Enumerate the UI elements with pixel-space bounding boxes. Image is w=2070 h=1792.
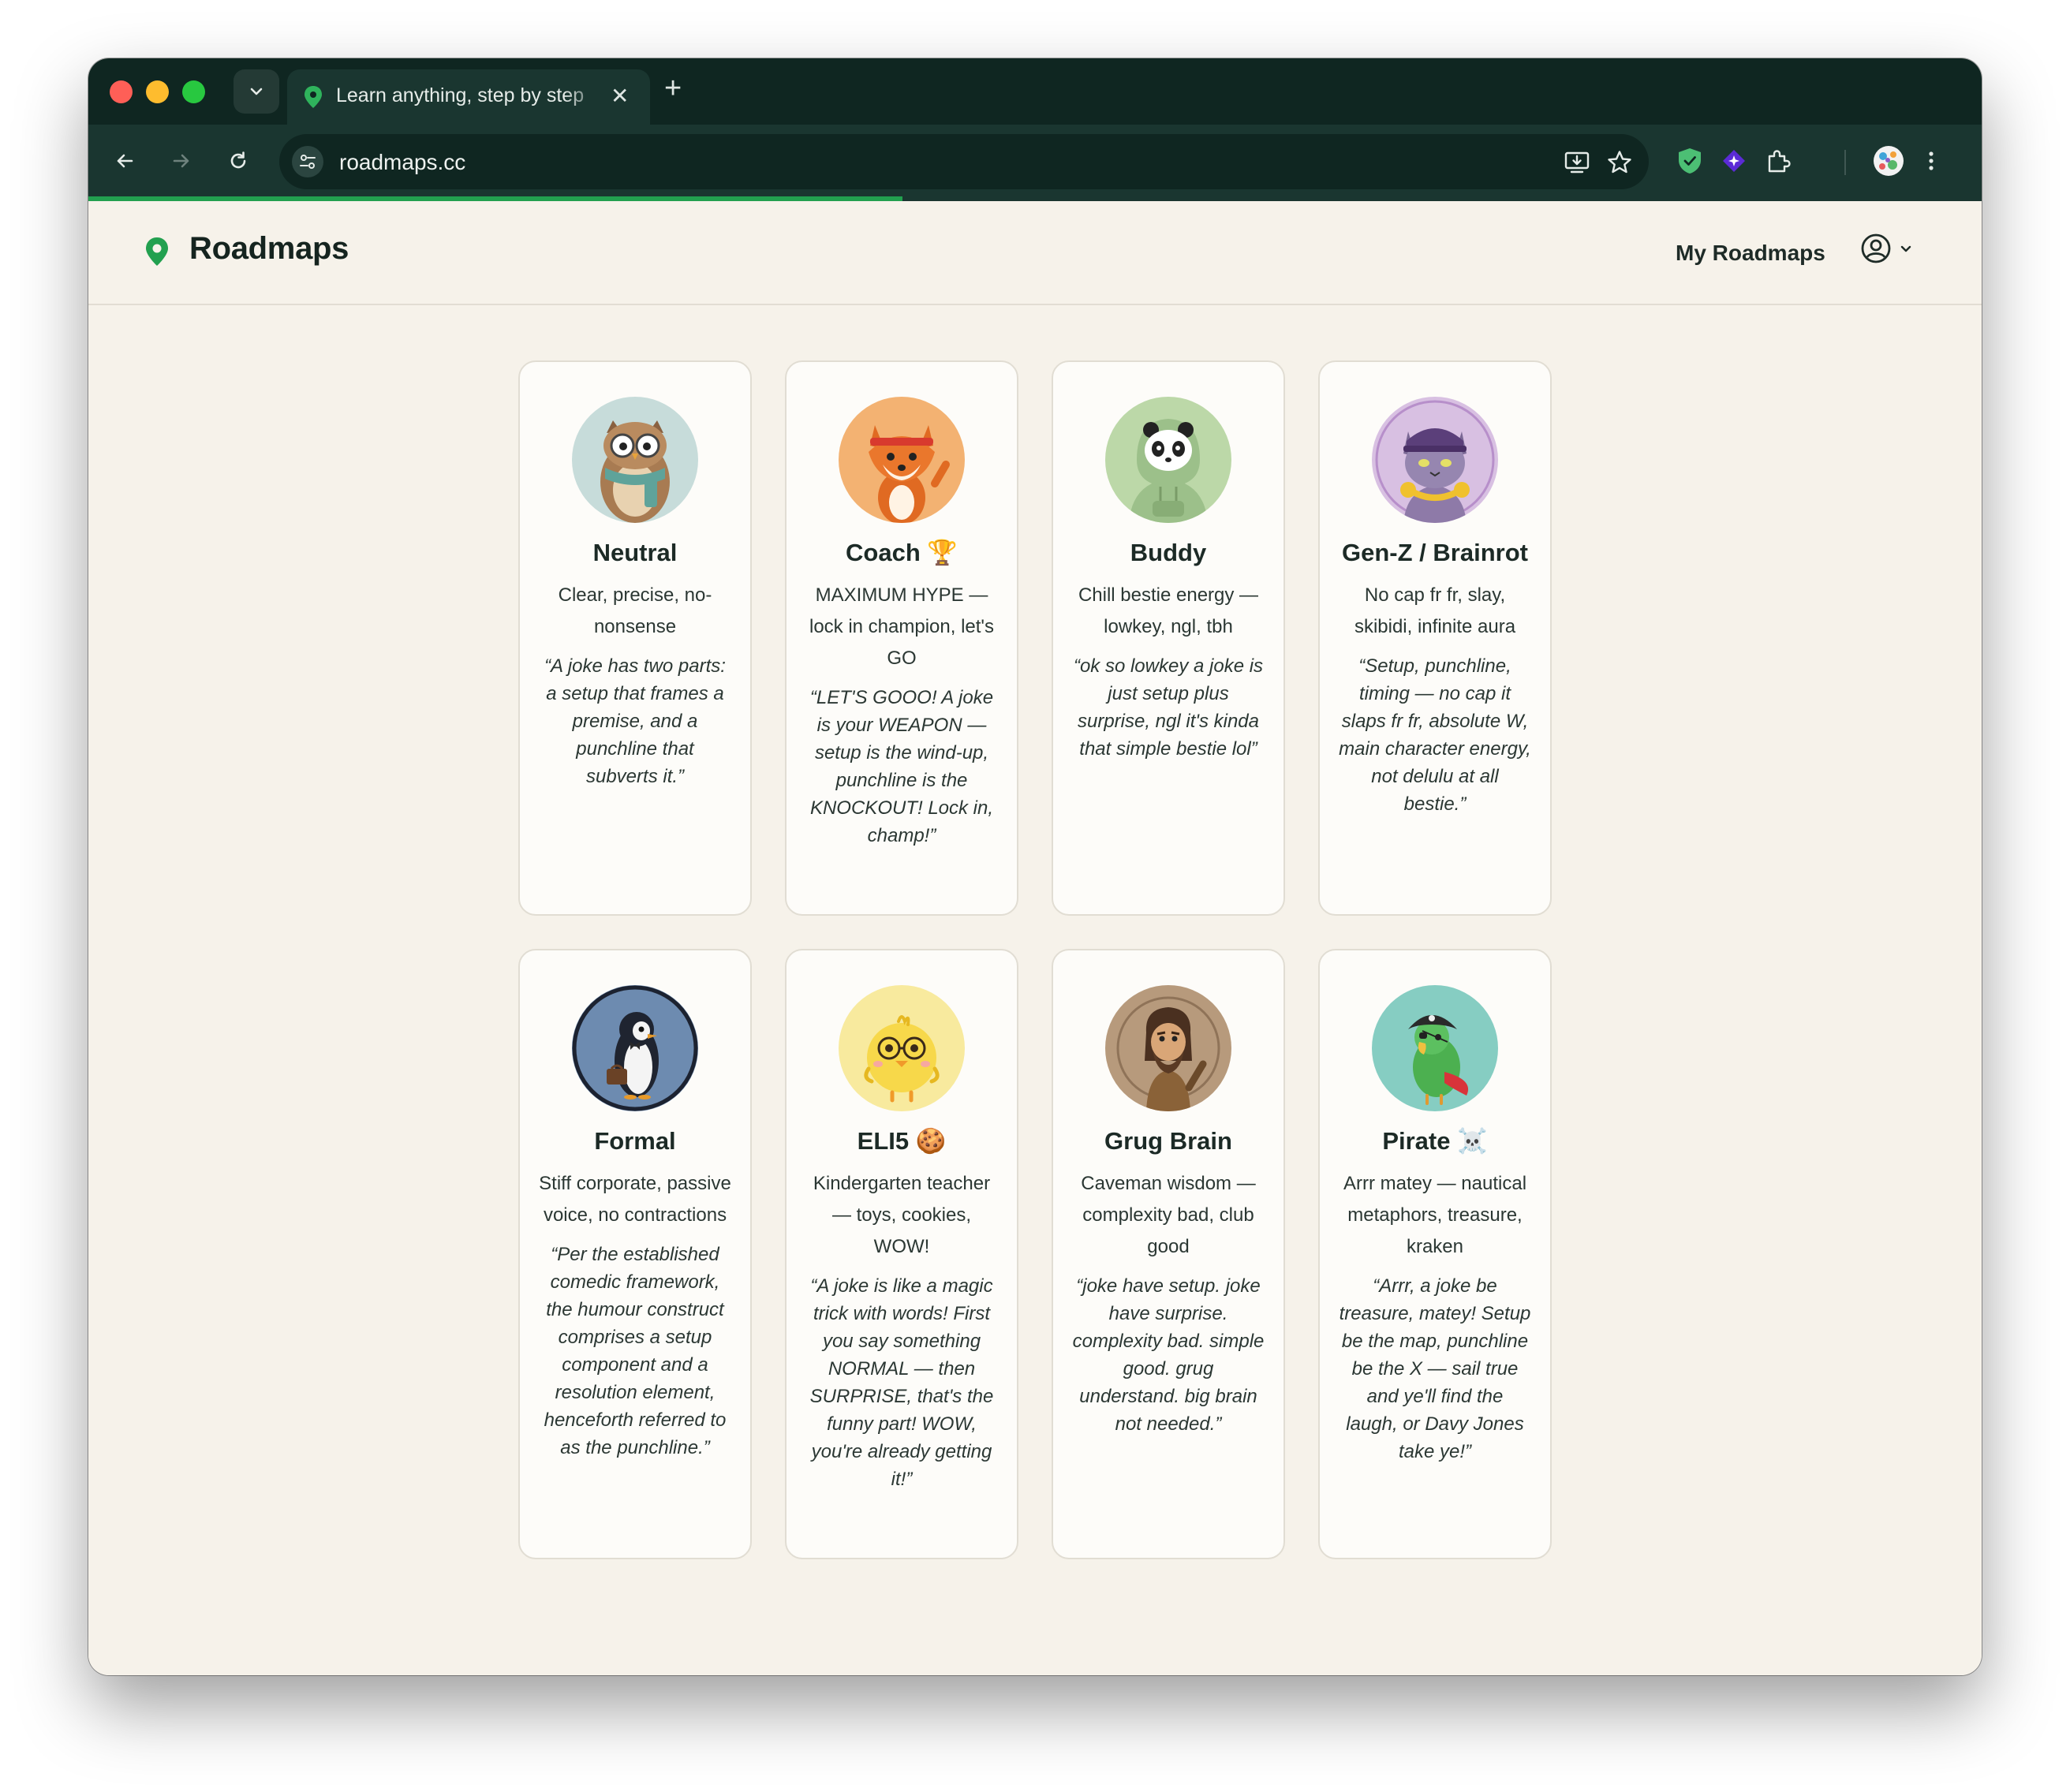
persona-quote: “A joke has two parts: a setup that fram… (544, 655, 726, 787)
persona-description: Arrr matey — nautical metaphors, treasur… (1343, 1173, 1527, 1257)
persona-description: Chill bestie energy — lowkey, ngl, tbh (1078, 584, 1259, 637)
panda-icon (1105, 397, 1231, 523)
persona-description: Caveman wisdom — complexity bad, club go… (1081, 1173, 1256, 1257)
persona-grid: Neutral Clear, precise, no-nonsense “A j… (518, 360, 1552, 1559)
persona-quote: “ok so lowkey a joke is just setup plus … (1073, 655, 1264, 760)
persona-card-grug-brain[interactable]: Grug Brain Caveman wisdom — complexity b… (1052, 949, 1285, 1559)
fox-icon (839, 397, 965, 523)
purple-extension-icon[interactable] (1718, 145, 1750, 177)
tab-search-button[interactable] (234, 69, 279, 114)
persona-name: Gen-Z / Brainrot (1342, 539, 1528, 566)
persona-quote: “A joke is like a magic trick with words… (809, 1275, 994, 1490)
close-window-button[interactable] (110, 80, 133, 103)
persona-quote: “joke have setup. joke have surprise. co… (1072, 1275, 1265, 1435)
persona-card-buddy[interactable]: Buddy Chill bestie energy — lowkey, ngl,… (1052, 360, 1285, 916)
browser-toolbar: roadmaps.cc (88, 125, 1982, 199)
toolbar-divider (1844, 150, 1846, 175)
tab-close-icon[interactable]: ✕ (611, 83, 629, 109)
install-app-icon[interactable] (1562, 147, 1592, 177)
more-menu-icon[interactable] (1915, 145, 1947, 177)
site-header: Roadmaps My Roadmaps (88, 201, 1982, 305)
persona-name: Pirate ☠️ (1382, 1127, 1488, 1155)
persona-quote: “Arrr, a joke be treasure, matey! Setup … (1339, 1275, 1531, 1462)
browser-tab[interactable]: Learn anything, step by step ✕ (287, 69, 650, 125)
persona-description: Stiff corporate, passive voice, no contr… (539, 1173, 731, 1226)
tab-title: Learn anything, step by step (336, 84, 585, 106)
bookmark-star-icon[interactable] (1605, 147, 1635, 177)
page-content: Roadmaps My Roadmaps Neutral Clear, prec… (88, 201, 1982, 1675)
owl-icon (572, 397, 698, 523)
address-bar[interactable]: roadmaps.cc (279, 134, 1649, 189)
new-tab-button[interactable]: + (664, 73, 682, 104)
tab-strip: Learn anything, step by step ✕ + (88, 58, 1982, 125)
persona-card-eli5[interactable]: ELI5 🍪 Kindergarten teacher — toys, cook… (785, 949, 1018, 1559)
penguin-icon (572, 985, 698, 1111)
back-button[interactable] (109, 145, 140, 177)
logo-pin-icon[interactable] (144, 236, 170, 267)
puzzle-extensions-icon[interactable] (1762, 145, 1794, 177)
persona-description: Kindergarten teacher — toys, cookies, WO… (813, 1173, 991, 1257)
persona-quote: “Per the established comedic framework, … (544, 1244, 727, 1458)
my-roadmaps-link[interactable]: My Roadmaps (1676, 241, 1825, 266)
url-text[interactable]: roadmaps.cc (339, 150, 465, 175)
persona-quote: “Setup, punchline, timing — no cap it sl… (1339, 655, 1531, 815)
arrow-right-icon (173, 154, 189, 168)
persona-card-pirate[interactable]: Pirate ☠️ Arrr matey — nautical metaphor… (1318, 949, 1552, 1559)
reload-button[interactable] (222, 145, 254, 177)
user-circle-icon (1861, 233, 1891, 263)
persona-quote: “LET'S GOOO! A joke is your WEAPON — set… (809, 687, 994, 846)
map-pin-icon (305, 86, 322, 108)
arrow-left-icon (117, 154, 133, 168)
persona-name: Buddy (1130, 539, 1207, 566)
reload-icon (230, 151, 246, 169)
persona-name: Formal (594, 1127, 676, 1155)
persona-name: ELI5 🍪 (857, 1127, 947, 1155)
site-settings-icon[interactable] (292, 146, 323, 177)
logo-text[interactable]: Roadmaps (189, 231, 349, 267)
user-menu-button[interactable] (1860, 233, 1914, 264)
chick-icon (839, 985, 965, 1111)
persona-card-formal[interactable]: Formal Stiff corporate, passive voice, n… (518, 949, 752, 1559)
shield-extension-icon[interactable] (1674, 145, 1706, 177)
parrot-pirate-icon (1372, 985, 1498, 1111)
persona-name: Neutral (592, 539, 678, 566)
chevron-down-icon (250, 88, 263, 95)
browser-window: Learn anything, step by step ✕ + roadmap… (88, 58, 1982, 1675)
persona-card-neutral[interactable]: Neutral Clear, precise, no-nonsense “A j… (518, 360, 752, 916)
persona-card-coach[interactable]: Coach 🏆 MAXIMUM HYPE — lock in champion,… (785, 360, 1018, 916)
forward-button[interactable] (166, 145, 197, 177)
persona-card-genz-brainrot[interactable]: Gen-Z / Brainrot No cap fr fr, slay, ski… (1318, 360, 1552, 916)
caveman-icon (1105, 985, 1231, 1111)
minimize-window-button[interactable] (146, 80, 169, 103)
persona-description: MAXIMUM HYPE — lock in champion, let's G… (809, 584, 995, 669)
persona-description: No cap fr fr, slay, skibidi, infinite au… (1354, 584, 1516, 637)
chevron-down-icon (1900, 245, 1911, 252)
maximize-window-button[interactable] (182, 80, 205, 103)
profile-avatar[interactable] (1873, 145, 1904, 177)
persona-description: Clear, precise, no-nonsense (558, 584, 712, 637)
cat-icon (1372, 397, 1498, 523)
persona-name: Grug Brain (1104, 1127, 1232, 1155)
persona-name: Coach 🏆 (846, 539, 958, 566)
